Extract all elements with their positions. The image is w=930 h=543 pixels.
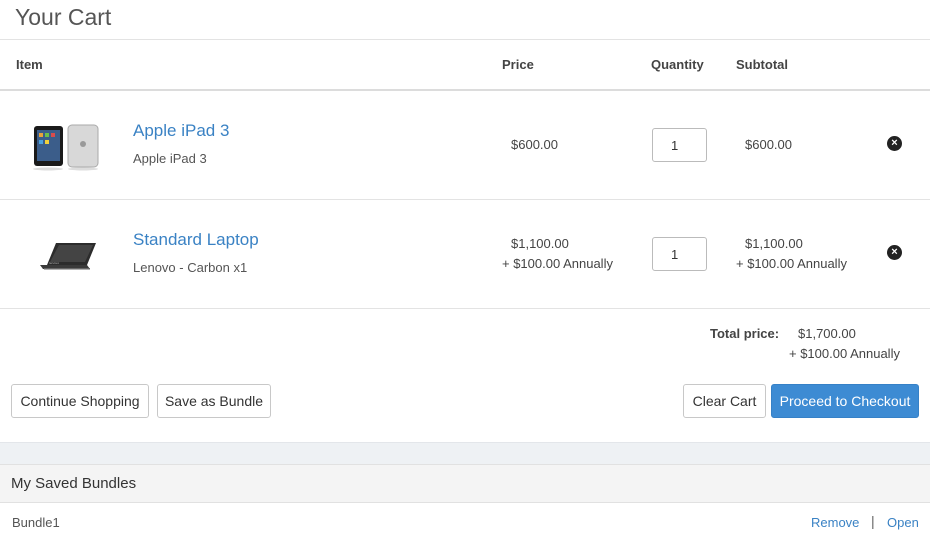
bundle-name: Bundle1 bbox=[12, 515, 60, 530]
cart-row: Apple iPad 3 Apple iPad 3 $600.00 $600.0… bbox=[0, 91, 930, 200]
column-header-price: Price bbox=[502, 57, 534, 72]
cart-row: lenovo Standard Laptop Lenovo - Carbon x… bbox=[0, 200, 930, 309]
item-subtotal: $600.00 bbox=[745, 137, 792, 152]
page-title: Your Cart bbox=[15, 4, 112, 30]
remove-item-icon[interactable]: × bbox=[887, 136, 902, 151]
link-separator: | bbox=[871, 513, 875, 529]
remove-bundle-link[interactable]: Remove bbox=[811, 515, 859, 530]
save-as-bundle-button[interactable]: Save as Bundle bbox=[157, 384, 271, 418]
item-subtotal-recurring: + $100.00 Annually bbox=[736, 256, 847, 271]
laptop-thumbnail-icon: lenovo bbox=[40, 243, 96, 270]
total-price-value: $1,700.00 bbox=[798, 326, 856, 341]
item-title-link[interactable]: Apple iPad 3 bbox=[133, 121, 229, 141]
saved-bundles-title: My Saved Bundles bbox=[11, 475, 137, 492]
proceed-to-checkout-button[interactable]: Proceed to Checkout bbox=[771, 384, 919, 418]
svg-text:lenovo: lenovo bbox=[49, 261, 59, 265]
quantity-input[interactable] bbox=[652, 128, 707, 162]
item-subtotal: $1,100.00 bbox=[745, 236, 803, 251]
total-price-label: Total price: bbox=[710, 326, 780, 341]
column-header-item: Item bbox=[16, 57, 43, 72]
item-description: Lenovo - Carbon x1 bbox=[133, 260, 248, 275]
continue-shopping-button[interactable]: Continue Shopping bbox=[11, 384, 149, 418]
open-bundle-link[interactable]: Open bbox=[887, 515, 919, 530]
item-description: Apple iPad 3 bbox=[133, 151, 207, 166]
column-header-subtotal: Subtotal bbox=[736, 57, 788, 72]
total-price-recurring: + $100.00 Annually bbox=[789, 346, 900, 361]
item-price: $600.00 bbox=[511, 137, 558, 152]
quantity-input[interactable] bbox=[652, 237, 707, 271]
section-spacer bbox=[0, 442, 930, 464]
ipad-thumbnail-icon bbox=[33, 124, 99, 171]
item-title-link[interactable]: Standard Laptop bbox=[133, 230, 259, 250]
divider bbox=[0, 39, 930, 40]
clear-cart-button[interactable]: Clear Cart bbox=[683, 384, 766, 418]
item-price-recurring: + $100.00 Annually bbox=[502, 256, 613, 271]
item-price: $1,100.00 bbox=[511, 236, 569, 251]
saved-bundles-header: My Saved Bundles bbox=[0, 464, 930, 503]
column-header-quantity: Quantity bbox=[651, 57, 704, 72]
remove-item-icon[interactable]: × bbox=[887, 245, 902, 260]
